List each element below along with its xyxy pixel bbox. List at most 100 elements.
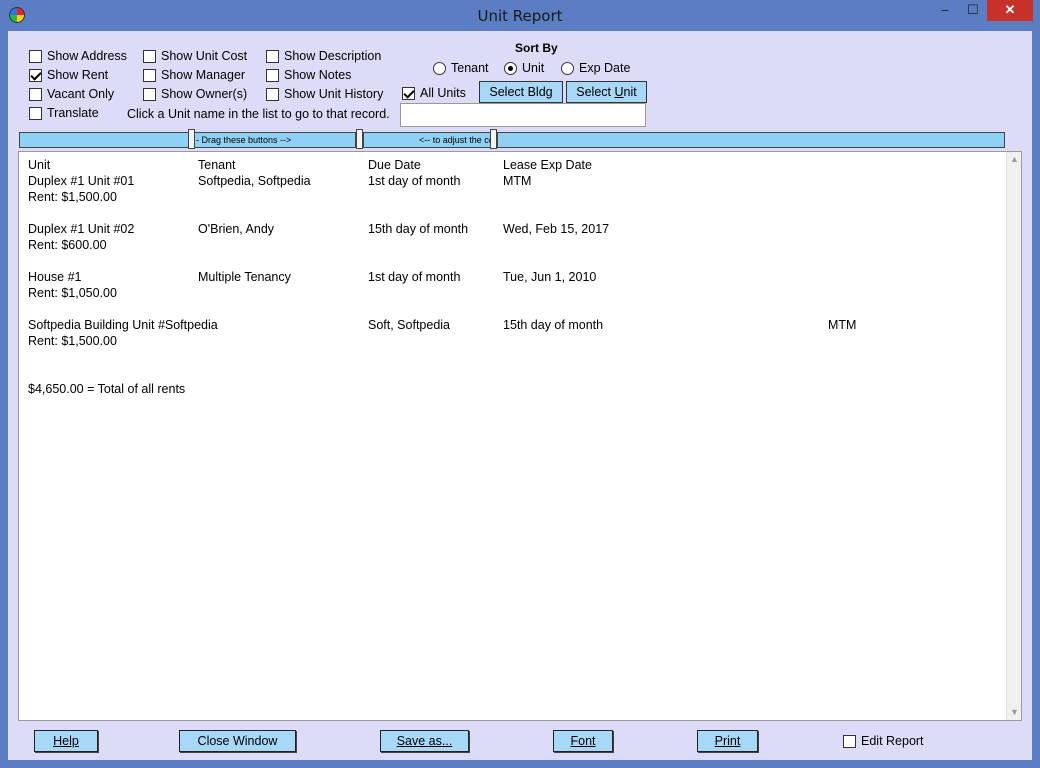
lease-exp-cell: MTM: [503, 174, 532, 188]
close-button[interactable]: ✕: [987, 0, 1033, 21]
vertical-scrollbar[interactable]: ▲ ▼: [1006, 152, 1021, 720]
checkbox-box[interactable]: [29, 49, 42, 63]
close-window-button[interactable]: Close Window: [179, 730, 296, 752]
show-manager-label: Show Manager: [161, 68, 246, 82]
column-bar-4[interactable]: [497, 132, 1005, 148]
show-address-checkbox[interactable]: Show Address: [29, 49, 127, 63]
title-bar: Unit Report – ☐ ✕: [0, 0, 1040, 31]
select-bldg-button[interactable]: Select Bldg: [479, 81, 563, 103]
unit-search-input[interactable]: [400, 103, 646, 127]
vacant-only-checkbox[interactable]: Vacant Only: [29, 87, 114, 101]
show-description-label: Show Description: [284, 49, 382, 63]
header-due-date: Due Date: [368, 158, 421, 172]
tenant-cell: Softpedia, Softpedia: [198, 174, 311, 188]
sort-tenant-label: Tenant: [451, 61, 489, 75]
checkbox-box[interactable]: [143, 49, 156, 63]
column-drag-handle-3[interactable]: [490, 129, 497, 149]
rent-cell: Rent: $600.00: [28, 238, 107, 252]
unit-link[interactable]: Duplex #1 Unit #02: [28, 222, 134, 236]
print-button[interactable]: Print: [697, 730, 758, 752]
sort-unit-radio[interactable]: Unit: [504, 61, 544, 75]
hint-text: Click a Unit name in the list to go to t…: [127, 107, 390, 121]
checkbox-box-checked[interactable]: [402, 86, 415, 100]
sort-tenant-radio[interactable]: Tenant: [433, 61, 489, 75]
show-unit-history-checkbox[interactable]: Show Unit History: [266, 87, 383, 101]
column-bar-1[interactable]: [19, 132, 191, 148]
client-area: Show Address Show Rent Vacant Only Trans…: [8, 31, 1032, 760]
due-date-cell: 1st day of month: [368, 270, 461, 284]
all-units-checkbox[interactable]: All Units: [402, 86, 466, 100]
vacant-only-label: Vacant Only: [47, 87, 115, 101]
select-unit-button[interactable]: Select Unit: [566, 81, 647, 103]
checkbox-box-checked[interactable]: [29, 68, 42, 82]
checkbox-box[interactable]: [266, 68, 279, 82]
show-owners-checkbox[interactable]: Show Owner(s): [143, 87, 247, 101]
scroll-down-icon[interactable]: ▼: [1007, 705, 1022, 720]
lease-exp-cell: Wed, Feb 15, 2017: [503, 222, 610, 236]
header-lease-exp-date: Lease Exp Date: [503, 158, 592, 172]
select-unit-post: nit: [623, 85, 637, 99]
column-bar-3[interactable]: <-- to adjust the columns.: [363, 132, 491, 148]
radio-circle[interactable]: [561, 61, 574, 75]
show-manager-checkbox[interactable]: Show Manager: [143, 68, 245, 82]
translate-checkbox[interactable]: Translate: [29, 106, 99, 120]
show-owners-label: Show Owner(s): [161, 87, 248, 101]
checkbox-box[interactable]: [143, 68, 156, 82]
checkbox-box[interactable]: [143, 87, 156, 101]
font-button[interactable]: Font: [553, 730, 613, 752]
header-unit: Unit: [28, 158, 51, 172]
radio-circle-selected[interactable]: [504, 61, 517, 75]
sort-unit-label: Unit: [522, 61, 545, 75]
show-address-label: Show Address: [47, 49, 127, 63]
minimize-button[interactable]: –: [931, 0, 959, 21]
select-unit-accel: U: [614, 85, 624, 99]
show-rent-label: Show Rent: [47, 68, 109, 82]
sort-by-label: Sort By: [515, 41, 558, 55]
column-drag-handle-2[interactable]: [356, 129, 363, 149]
lease-exp-cell: 15th day of month: [503, 318, 604, 332]
maximize-button[interactable]: ☐: [959, 0, 987, 21]
rent-cell: Rent: $1,500.00: [28, 190, 117, 204]
translate-label: Translate: [47, 106, 99, 120]
checkbox-box[interactable]: [266, 87, 279, 101]
rent-cell: Rent: $1,050.00: [28, 286, 117, 300]
show-notes-label: Show Notes: [284, 68, 352, 82]
all-units-label: All Units: [420, 86, 466, 100]
radio-circle[interactable]: [433, 61, 446, 75]
column-bar-2[interactable]: - Drag these buttons -->: [194, 132, 356, 148]
checkbox-box[interactable]: [843, 734, 856, 748]
report-area[interactable]: Unit Tenant Due Date Lease Exp Date Dupl…: [18, 151, 1022, 721]
lease-exp-cell: Tue, Jun 1, 2010: [503, 270, 597, 284]
extra-cell: MTM: [828, 318, 857, 332]
column-bar-text-2: <-- to adjust the columns.: [419, 135, 490, 145]
show-description-checkbox[interactable]: Show Description: [266, 49, 381, 63]
help-button[interactable]: Help: [34, 730, 98, 752]
unit-link[interactable]: Softpedia Building Unit #Softpedia: [28, 318, 218, 332]
scroll-up-icon[interactable]: ▲: [1007, 152, 1022, 167]
header-tenant: Tenant: [198, 158, 236, 172]
sort-exp-date-label: Exp Date: [579, 61, 631, 75]
show-rent-checkbox[interactable]: Show Rent: [29, 68, 108, 82]
due-date-cell: 15th day of month: [368, 222, 469, 236]
select-unit-pre: Select: [576, 85, 615, 99]
checkbox-box[interactable]: [266, 49, 279, 63]
show-unit-cost-label: Show Unit Cost: [161, 49, 248, 63]
show-unit-history-label: Show Unit History: [284, 87, 384, 101]
edit-report-label: Edit Report: [861, 734, 924, 748]
column-bar-text-1: - Drag these buttons -->: [196, 135, 292, 145]
unit-link[interactable]: Duplex #1 Unit #01: [28, 174, 134, 188]
total-rents: $4,650.00 = Total of all rents: [28, 382, 186, 396]
save-as-button[interactable]: Save as...: [380, 730, 469, 752]
checkbox-box[interactable]: [29, 87, 42, 101]
font-button-label: Font: [570, 734, 596, 748]
edit-report-checkbox[interactable]: Edit Report: [843, 734, 924, 748]
save-as-button-label: Save as...: [396, 734, 453, 748]
window-title: Unit Report: [477, 7, 563, 25]
checkbox-box[interactable]: [29, 106, 42, 120]
show-unit-cost-checkbox[interactable]: Show Unit Cost: [143, 49, 247, 63]
tenant-cell: Multiple Tenancy: [198, 270, 291, 284]
due-date-cell: Soft, Softpedia: [368, 318, 451, 332]
sort-exp-date-radio[interactable]: Exp Date: [561, 61, 630, 75]
show-notes-checkbox[interactable]: Show Notes: [266, 68, 351, 82]
unit-link[interactable]: House #1: [28, 270, 82, 284]
